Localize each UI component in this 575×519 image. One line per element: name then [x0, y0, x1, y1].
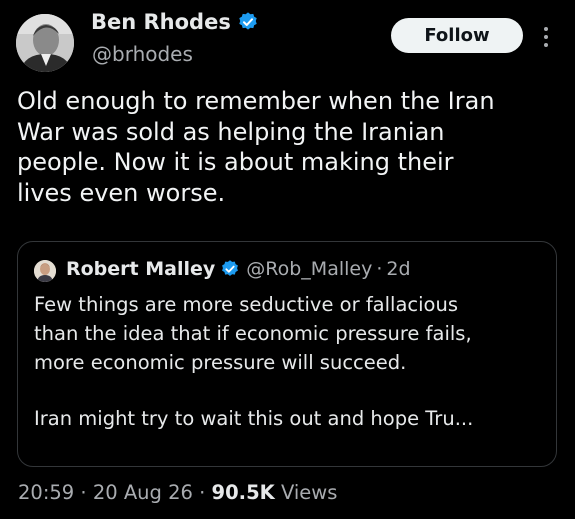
footer-separator: ·: [199, 481, 206, 504]
quoted-tweet-card[interactable]: Robert Malley @Rob_Malley · 2d Few thing…: [17, 241, 557, 467]
quoted-tweet-header: Robert Malley @Rob_Malley · 2d: [66, 258, 411, 280]
quoted-text-line: than the idea that if economic pressure …: [34, 322, 472, 345]
tweet-line: War was sold as helping the Iranian: [17, 117, 445, 146]
author-handle[interactable]: @brhodes: [92, 42, 193, 66]
quoted-text-line: more economic pressure will succeed.: [34, 351, 407, 374]
tweet-line: lives even worse.: [17, 178, 226, 207]
quoted-author-avatar[interactable]: [34, 260, 56, 282]
views-count[interactable]: 90.5K: [212, 481, 275, 504]
views-label: Views: [280, 481, 338, 504]
quoted-author-handle[interactable]: @Rob_Malley: [246, 258, 372, 280]
author-avatar[interactable]: [16, 14, 74, 72]
tweet-line: Old enough to remember when the Iran: [17, 87, 495, 115]
tweet-line: people. Now it is about making their: [17, 148, 454, 176]
tweet-date[interactable]: 20 Aug 26: [93, 481, 193, 504]
tweet-time[interactable]: 20:59: [18, 481, 74, 504]
tweet-text: Old enough to remember when the Iran War…: [17, 86, 565, 208]
quoted-meta-separator: ·: [376, 258, 383, 280]
author-name-row[interactable]: Ben Rhodes: [91, 10, 259, 34]
follow-button[interactable]: Follow: [391, 18, 523, 53]
tweet-footer: 20:59 · 20 Aug 26 · 90.5K Views: [18, 481, 337, 504]
quoted-text-line: Few things are more seductive or fallaci…: [34, 293, 459, 316]
verified-badge-icon: [239, 12, 257, 30]
quoted-verified-badge-icon: [222, 260, 239, 276]
quoted-text-line: Iran might try to wait this out and hope…: [34, 407, 474, 430]
footer-separator: ·: [80, 481, 87, 504]
quoted-tweet-text: Few things are more seductive or fallaci…: [34, 290, 546, 433]
quoted-avatar-photo: [34, 260, 56, 282]
author-name[interactable]: Ben Rhodes: [91, 10, 231, 34]
avatar-photo: [16, 14, 74, 72]
quoted-tweet-age[interactable]: 2d: [386, 258, 410, 280]
quoted-author-name[interactable]: Robert Malley: [66, 258, 215, 280]
more-vertical-icon[interactable]: [540, 24, 552, 50]
